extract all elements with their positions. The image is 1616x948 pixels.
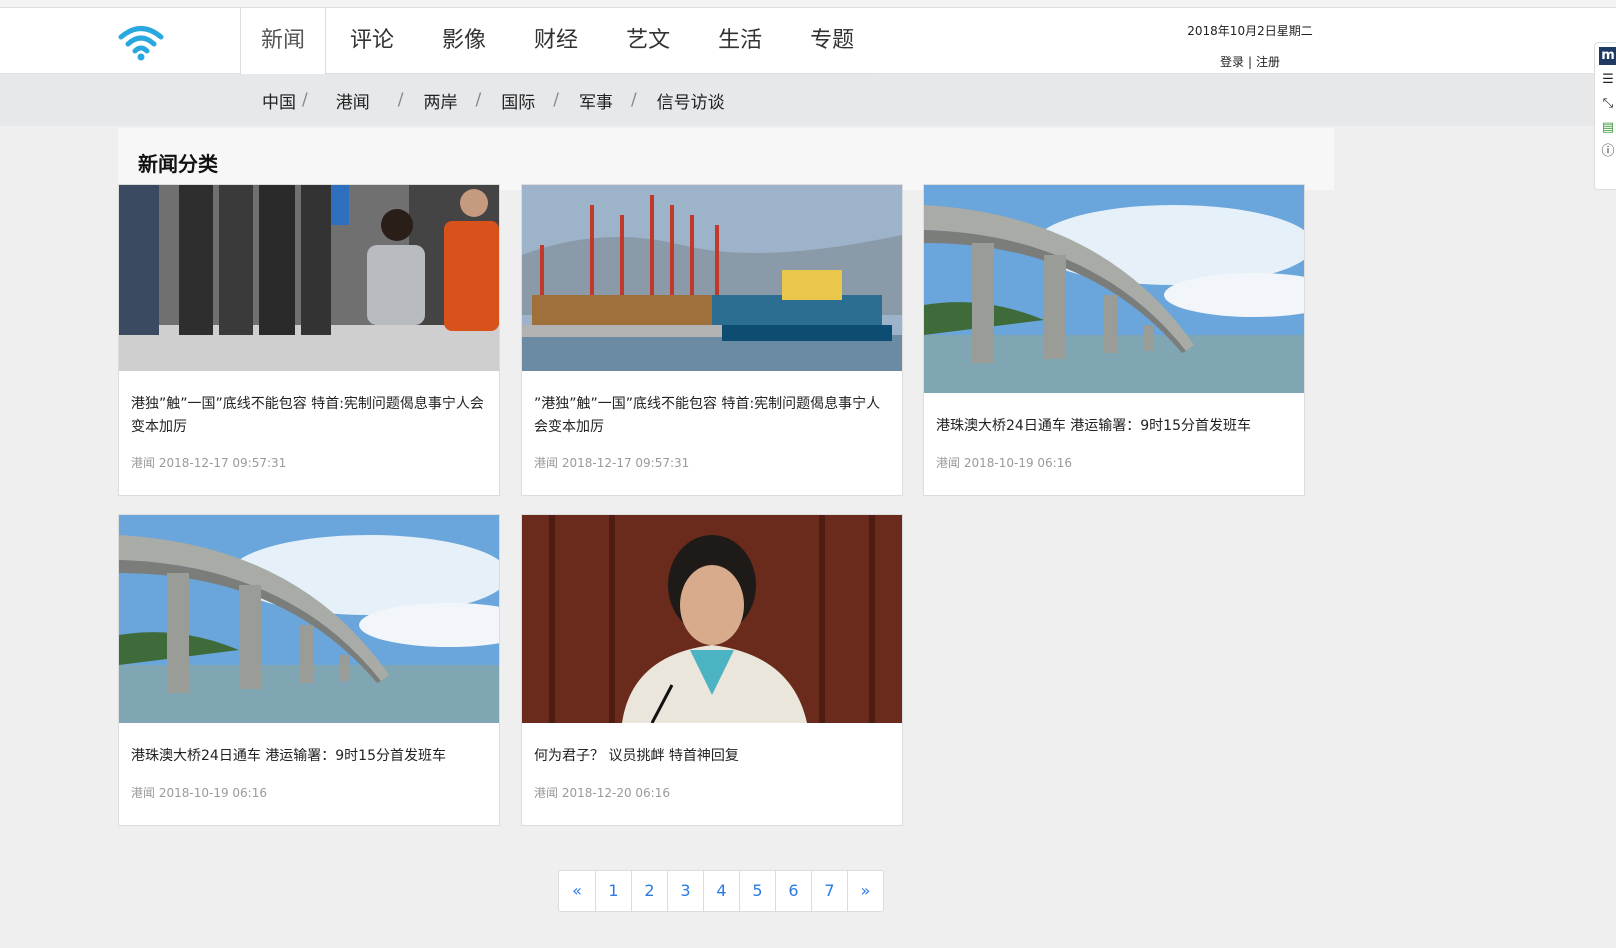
section-panel: 新闻分类 <box>118 128 1334 190</box>
news-card[interactable]: 何为君子？ 议员挑衅 特首神回复 港闻 2018-12-20 06:16 <box>521 514 903 826</box>
article-category: 港闻 <box>131 456 156 470</box>
bridge-photo[interactable] <box>119 515 499 723</box>
subnav-item-cross-strait[interactable]: 两岸 <box>423 88 457 113</box>
pagination-page-3[interactable]: 3 <box>667 871 703 911</box>
login-link[interactable]: 登录 <box>1220 55 1244 69</box>
pagination-next[interactable]: » <box>847 871 883 911</box>
article-meta: 港闻 2018-12-17 09:57:31 <box>131 454 286 471</box>
current-date: 2018年10月2日星期二 <box>1187 24 1313 38</box>
article-meta: 港闻 2018-12-17 09:57:31 <box>534 454 689 471</box>
article-category: 港闻 <box>534 456 559 470</box>
header-right: 2018年10月2日星期二 登录 | 注册 <box>1170 22 1330 70</box>
subnav-item-interviews[interactable]: 信号访谈 <box>657 88 725 113</box>
sub-nav-list: 中国 / 港闻 / 两岸 / 国际 / 军事 / 信号访谈 <box>262 74 725 126</box>
pagination-page-6[interactable]: 6 <box>775 871 811 911</box>
article-title[interactable]: 港珠澳大桥24日通车 港运输署：9时15分首发班车 <box>936 415 1292 438</box>
auth-links: 登录 | 注册 <box>1170 53 1330 70</box>
pagination-page-2[interactable]: 2 <box>631 871 667 911</box>
extension-logo-icon[interactable]: m <box>1599 47 1616 65</box>
floating-side-widget: m ☰ ⤡ ▤ ⓘ <box>1594 42 1616 190</box>
article-category: 港闻 <box>936 456 961 470</box>
subnav-item-hk-news[interactable]: 港闻 <box>336 88 370 113</box>
auth-separator: | <box>1247 55 1253 69</box>
article-category: 港闻 <box>131 786 156 800</box>
nav-item-finance[interactable]: 财经 <box>510 8 602 74</box>
article-time: 2018-10-19 06:16 <box>963 456 1072 470</box>
subnav-item-china[interactable]: 中国 <box>262 88 296 113</box>
article-time: 2018-12-17 09:57:31 <box>158 456 287 470</box>
pagination-prev[interactable]: « <box>559 871 595 911</box>
nav-item-commentary[interactable]: 评论 <box>326 8 418 74</box>
subnav-separator: / <box>553 90 559 110</box>
article-category: 港闻 <box>534 786 559 800</box>
subnav-item-international[interactable]: 国际 <box>501 88 535 113</box>
collapse-icon[interactable]: ⤡ <box>1599 95 1616 113</box>
bridge-photo[interactable] <box>924 185 1304 393</box>
article-meta: 港闻 2018-10-19 06:16 <box>131 784 267 801</box>
article-title[interactable]: ”港独”触”一国”底线不能包容 特首:宪制问题偈息事宁人会变本加厉 <box>534 393 890 439</box>
subnav-separator: / <box>397 90 404 110</box>
info-icon[interactable]: ⓘ <box>1599 143 1616 161</box>
subnav-separator: / <box>302 90 308 110</box>
subnav-separator: / <box>475 90 482 110</box>
browser-bookmarks-bar <box>0 0 1616 8</box>
news-card[interactable]: 港珠澳大桥24日通车 港运输署：9时15分首发班车 港闻 2018-10-19 … <box>923 184 1305 496</box>
pagination-page-7[interactable]: 7 <box>811 871 847 911</box>
subnav-separator: / <box>630 90 637 110</box>
subnav-item-military[interactable]: 军事 <box>579 88 613 113</box>
article-time: 2018-10-19 06:16 <box>158 786 267 800</box>
wifi-icon[interactable] <box>118 24 164 62</box>
news-card[interactable]: 港珠澳大桥24日通车 港运输署：9时15分首发班车 港闻 2018-10-19 … <box>118 514 500 826</box>
site-header: 新闻 评论 影像 财经 艺文 生活 专题 2018年10月2日星期二 登录 | 注册 <box>0 8 1616 75</box>
nav-item-topics[interactable]: 专题 <box>786 8 878 74</box>
pagination-page-5[interactable]: 5 <box>739 871 775 911</box>
container-port-photo[interactable] <box>522 185 902 371</box>
section-title: 新闻分类 <box>138 152 218 176</box>
news-card[interactable]: 港独”触”一国”底线不能包容 特首:宪制问题偈息事宁人会变本加厉 港闻 2018… <box>118 184 500 496</box>
nav-item-life[interactable]: 生活 <box>694 8 786 74</box>
article-title[interactable]: 港独”触”一国”底线不能包容 特首:宪制问题偈息事宁人会变本加厉 <box>131 393 487 439</box>
article-time: 2018-12-20 06:16 <box>561 786 670 800</box>
press-conference-photo[interactable] <box>119 185 499 371</box>
pagination: « 1 2 3 4 5 6 7 » <box>558 870 884 912</box>
nav-item-images[interactable]: 影像 <box>418 8 510 74</box>
article-time: 2018-12-17 09:57:31 <box>561 456 690 470</box>
pagination-page-1[interactable]: 1 <box>595 871 631 911</box>
news-card[interactable]: ”港独”触”一国”底线不能包容 特首:宪制问题偈息事宁人会变本加厉 港闻 201… <box>521 184 903 496</box>
nav-item-arts[interactable]: 艺文 <box>602 8 694 74</box>
pagination-page-4[interactable]: 4 <box>703 871 739 911</box>
menu-icon[interactable]: ☰ <box>1599 71 1616 89</box>
main-nav: 新闻 评论 影像 财经 艺文 生活 专题 <box>240 8 879 75</box>
speaker-podium-photo[interactable] <box>522 515 902 723</box>
nav-item-news[interactable]: 新闻 <box>240 8 327 75</box>
article-meta: 港闻 2018-10-19 06:16 <box>936 454 1072 471</box>
cast-icon[interactable]: ▤ <box>1599 119 1616 137</box>
article-title[interactable]: 港珠澳大桥24日通车 港运输署：9时15分首发班车 <box>131 745 487 768</box>
article-meta: 港闻 2018-12-20 06:16 <box>534 784 670 801</box>
article-title[interactable]: 何为君子？ 议员挑衅 特首神回复 <box>534 745 890 768</box>
register-link[interactable]: 注册 <box>1256 55 1280 69</box>
sub-nav: 中国 / 港闻 / 两岸 / 国际 / 军事 / 信号访谈 <box>0 74 1616 126</box>
